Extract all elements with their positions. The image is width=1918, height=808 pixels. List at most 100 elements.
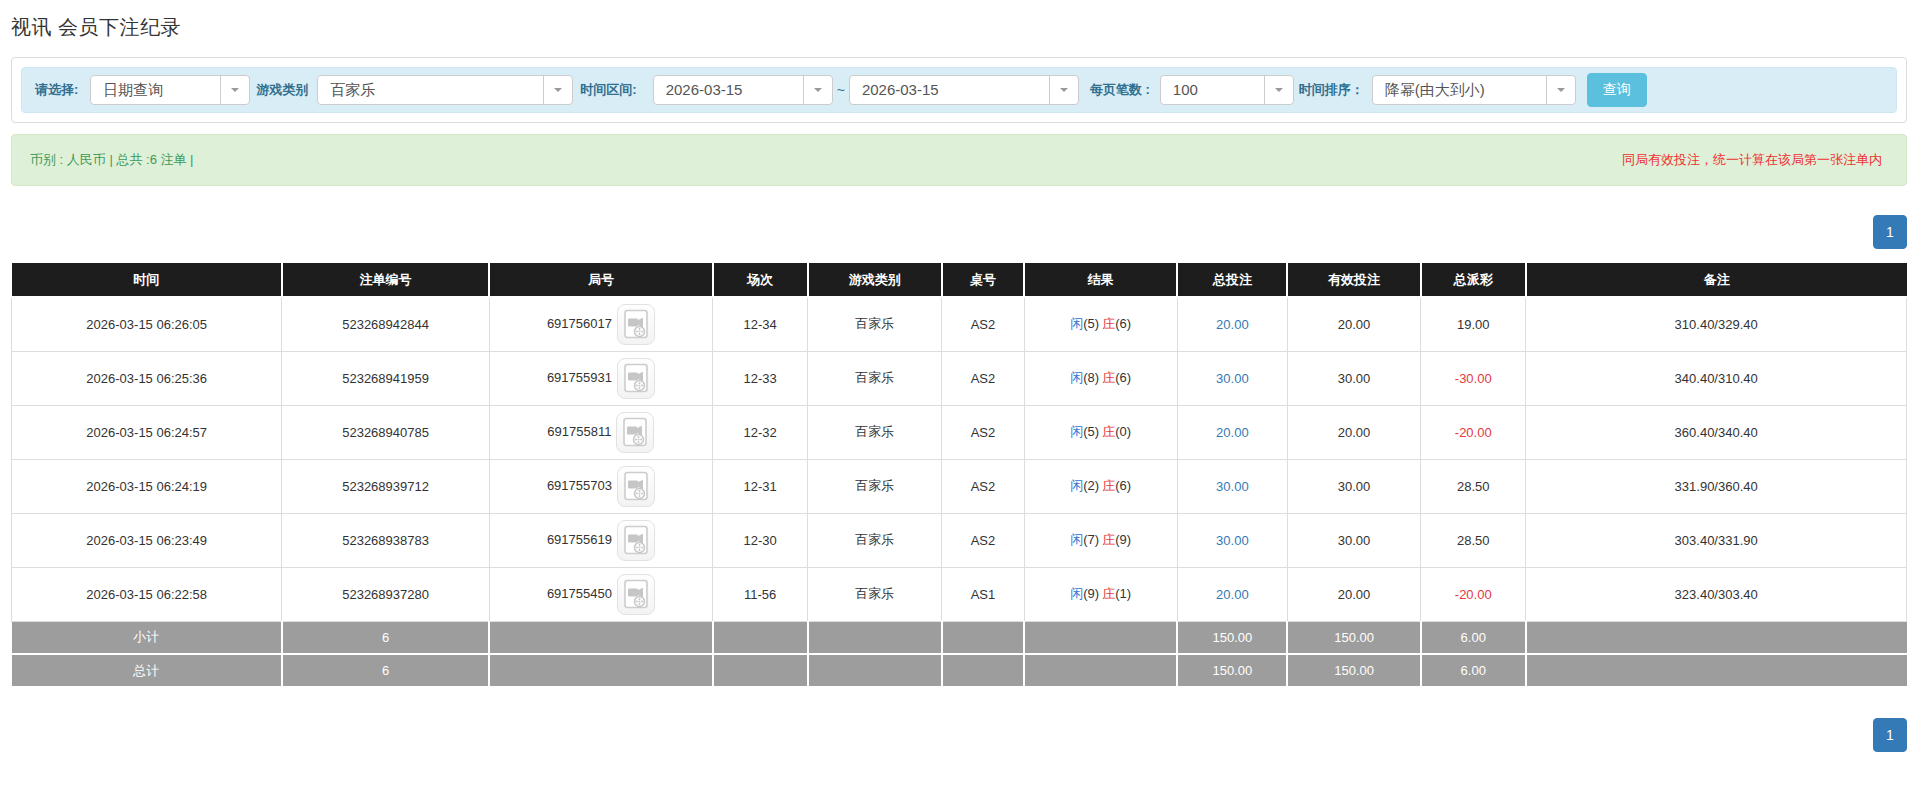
payout-value: -20.00 bbox=[1455, 587, 1492, 602]
cell-time: 2026-03-15 06:26:05 bbox=[12, 297, 282, 351]
video-record-button[interactable] bbox=[617, 304, 655, 345]
round-no-value: 691755811 bbox=[547, 423, 611, 438]
cell-bet-id: 523268941959 bbox=[282, 351, 489, 405]
cell-remark: 331.90/360.40 bbox=[1526, 459, 1907, 513]
video-record-button[interactable] bbox=[617, 520, 655, 561]
table-row: 2026-03-15 06:24:19 523268939712 6917557… bbox=[12, 459, 1907, 513]
col-header-session: 场次 bbox=[713, 263, 808, 297]
subtotal-count: 6 bbox=[282, 621, 489, 654]
pagination-top: 1 bbox=[11, 215, 1907, 249]
cell-table-no: AS2 bbox=[942, 351, 1024, 405]
cell-table-no: AS2 bbox=[942, 459, 1024, 513]
table-row: 2026-03-15 06:25:36 523268941959 6917559… bbox=[12, 351, 1907, 405]
result-banker-label: 庄 bbox=[1102, 532, 1115, 547]
cell-session: 12-30 bbox=[713, 513, 808, 567]
total-count: 6 bbox=[282, 654, 489, 687]
total-label: 总计 bbox=[12, 654, 282, 687]
cell-game-type: 百家乐 bbox=[808, 351, 942, 405]
query-mode-label: 请选择: bbox=[35, 81, 78, 99]
result-player-score: (8) bbox=[1083, 370, 1099, 385]
cell-game-type: 百家乐 bbox=[808, 405, 942, 459]
col-header-total-bet: 总投注 bbox=[1177, 263, 1287, 297]
chevron-down-icon bbox=[814, 88, 822, 92]
cell-bet-id: 523268939712 bbox=[282, 459, 489, 513]
cell-valid-bet: 30.00 bbox=[1287, 459, 1420, 513]
total-bet-link[interactable]: 30.00 bbox=[1216, 479, 1249, 494]
video-record-button[interactable] bbox=[617, 358, 655, 399]
page-size-caret bbox=[1264, 76, 1293, 104]
cell-remark: 340.40/310.40 bbox=[1526, 351, 1907, 405]
chevron-down-icon bbox=[231, 88, 239, 92]
payout-value: 28.50 bbox=[1457, 533, 1490, 548]
game-type-select[interactable]: 百家乐 bbox=[317, 75, 573, 105]
table-header-row: 时间 注单编号 局号 场次 游戏类别 桌号 结果 总投注 有效投注 总派彩 备注 bbox=[12, 263, 1907, 297]
total-row: 总计 6 150.00 150.00 6.00 bbox=[12, 654, 1907, 687]
subtotal-valid-bet: 150.00 bbox=[1287, 621, 1420, 654]
result-player-label: 闲 bbox=[1070, 370, 1083, 385]
chevron-down-icon bbox=[1275, 88, 1283, 92]
total-bet-link[interactable]: 20.00 bbox=[1216, 317, 1249, 332]
cell-time: 2026-03-15 06:25:36 bbox=[12, 351, 282, 405]
result-banker-label: 庄 bbox=[1102, 316, 1115, 331]
date-to-caret bbox=[1049, 76, 1078, 104]
cell-table-no: AS1 bbox=[942, 567, 1024, 621]
cell-round-no: 691755703 bbox=[489, 459, 712, 513]
total-bet-link[interactable]: 30.00 bbox=[1216, 371, 1249, 386]
date-from-value: 2026-03-15 bbox=[654, 76, 803, 104]
search-button[interactable]: 查询 bbox=[1587, 73, 1647, 107]
col-header-result: 结果 bbox=[1024, 263, 1177, 297]
cell-bet-id: 523268940785 bbox=[282, 405, 489, 459]
result-banker-score: (6) bbox=[1115, 370, 1131, 385]
col-header-valid-bet: 有效投注 bbox=[1287, 263, 1420, 297]
result-banker-score: (9) bbox=[1115, 532, 1131, 547]
col-header-remark: 备注 bbox=[1526, 263, 1907, 297]
subtotal-payout: 6.00 bbox=[1421, 621, 1526, 654]
cell-payout: 28.50 bbox=[1421, 513, 1526, 567]
cell-payout: 28.50 bbox=[1421, 459, 1526, 513]
total-bet-link[interactable]: 20.00 bbox=[1216, 587, 1249, 602]
video-record-button[interactable] bbox=[617, 466, 655, 507]
cell-session: 12-34 bbox=[713, 297, 808, 351]
round-no-value: 691755619 bbox=[547, 531, 612, 546]
cell-result: 闲(8)庄(6) bbox=[1024, 351, 1177, 405]
summary-right-note: 同局有效投注，统一计算在该局第一张注单内 bbox=[1622, 151, 1882, 169]
table-row: 2026-03-15 06:24:57 523268940785 6917558… bbox=[12, 405, 1907, 459]
result-player-score: (9) bbox=[1083, 586, 1099, 601]
cell-round-no: 691755619 bbox=[489, 513, 712, 567]
video-file-icon bbox=[622, 417, 648, 447]
video-file-icon bbox=[623, 309, 649, 339]
sort-order-label: 时间排序： bbox=[1299, 81, 1364, 99]
payout-value: 19.00 bbox=[1457, 317, 1490, 332]
sort-order-select[interactable]: 降幂(由大到小) bbox=[1372, 75, 1576, 105]
game-type-caret bbox=[543, 76, 572, 104]
col-header-round-no: 局号 bbox=[489, 263, 712, 297]
cell-session: 12-31 bbox=[713, 459, 808, 513]
cell-round-no: 691755931 bbox=[489, 351, 712, 405]
date-from-select[interactable]: 2026-03-15 bbox=[653, 75, 833, 105]
video-record-button[interactable] bbox=[617, 574, 655, 615]
bet-records-table: 时间 注单编号 局号 场次 游戏类别 桌号 结果 总投注 有效投注 总派彩 备注… bbox=[11, 263, 1907, 688]
page-1-button-top[interactable]: 1 bbox=[1873, 215, 1907, 249]
page-size-select[interactable]: 100 bbox=[1160, 75, 1294, 105]
page-size-label: 每页笔数 : bbox=[1090, 81, 1150, 99]
cell-time: 2026-03-15 06:24:19 bbox=[12, 459, 282, 513]
cell-payout: -30.00 bbox=[1421, 351, 1526, 405]
total-bet-link[interactable]: 20.00 bbox=[1216, 425, 1249, 440]
result-player-score: (5) bbox=[1083, 316, 1099, 331]
cell-remark: 303.40/331.90 bbox=[1526, 513, 1907, 567]
game-type-label: 游戏类别 bbox=[256, 81, 308, 99]
cell-time: 2026-03-15 06:23:49 bbox=[12, 513, 282, 567]
page-1-button-bottom[interactable]: 1 bbox=[1873, 718, 1907, 752]
filter-panel: 请选择: 日期查询 游戏类别 百家乐 时间区间: 2026-03-15 ~ 2 bbox=[11, 57, 1907, 123]
cell-remark: 323.40/303.40 bbox=[1526, 567, 1907, 621]
cell-remark: 360.40/340.40 bbox=[1526, 405, 1907, 459]
cell-session: 11-56 bbox=[713, 567, 808, 621]
result-banker-score: (6) bbox=[1115, 316, 1131, 331]
payout-value: -20.00 bbox=[1455, 425, 1492, 440]
cell-total-bet: 20.00 bbox=[1177, 405, 1287, 459]
date-to-select[interactable]: 2026-03-15 bbox=[849, 75, 1079, 105]
col-header-time: 时间 bbox=[12, 263, 282, 297]
total-bet-link[interactable]: 30.00 bbox=[1216, 533, 1249, 548]
query-mode-select[interactable]: 日期查询 bbox=[90, 75, 250, 105]
video-record-button[interactable] bbox=[616, 412, 654, 453]
